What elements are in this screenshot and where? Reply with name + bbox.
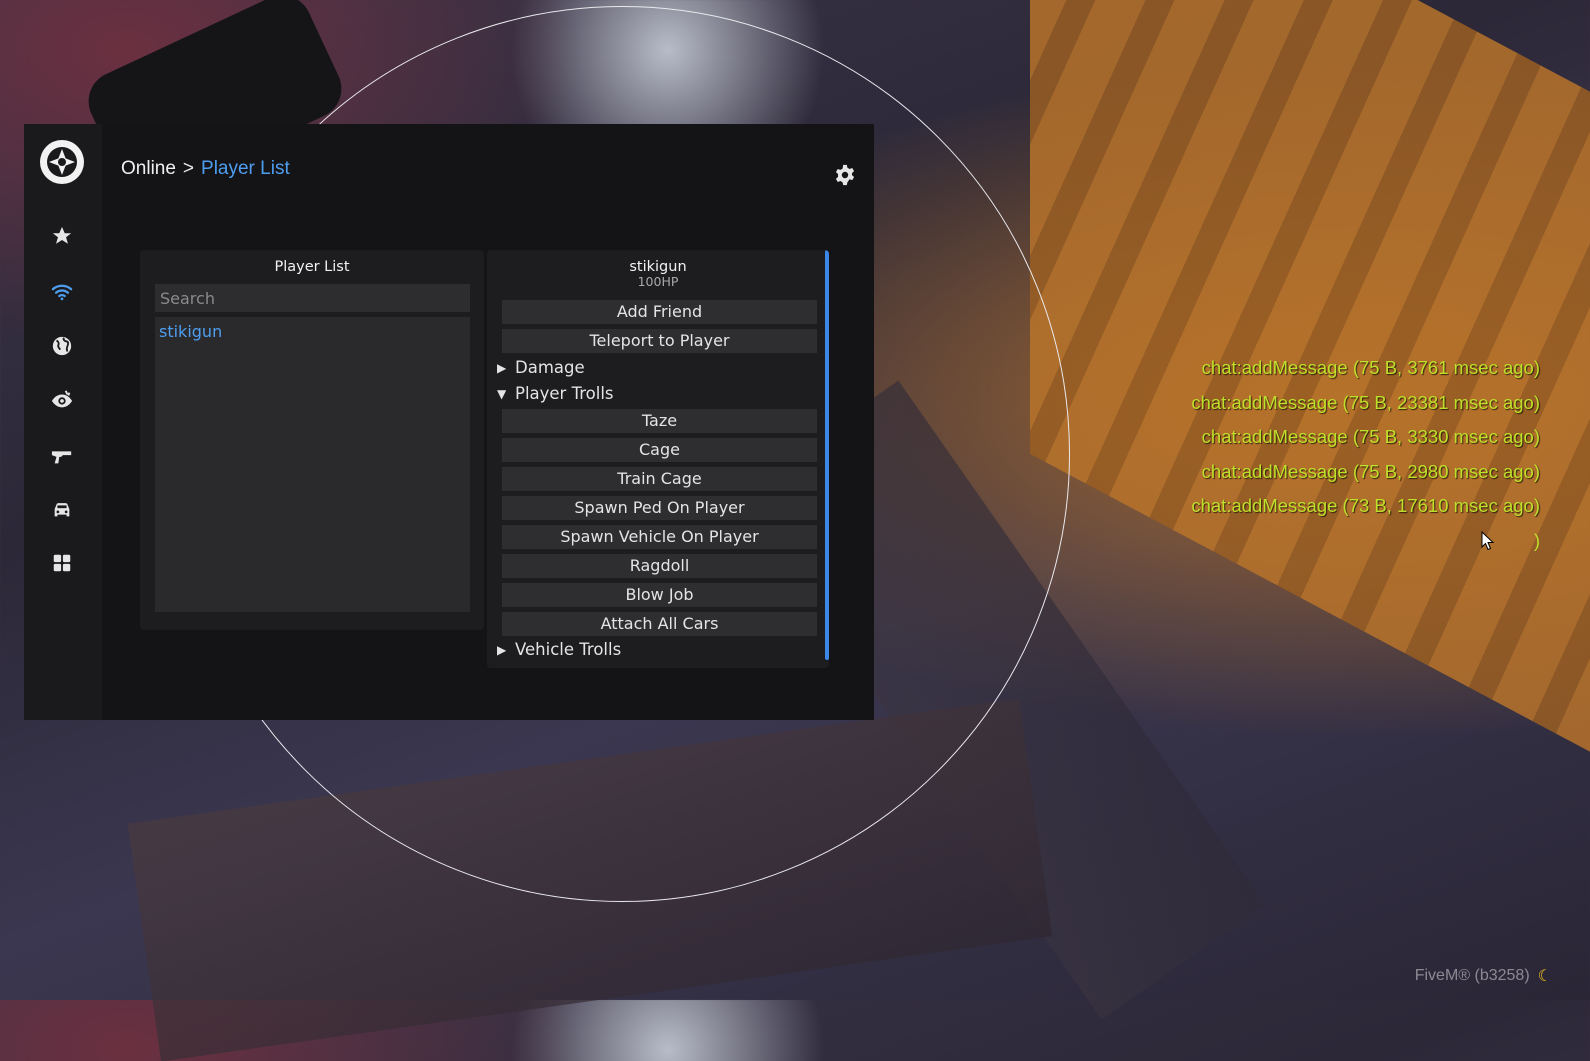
add-friend-button[interactable]: Add Friend — [502, 300, 817, 324]
breadcrumb: Online > Player List — [121, 158, 290, 180]
chat-log: chat:addMessage (75 B, 3761 msec ago) ch… — [1191, 358, 1540, 552]
ragdoll-button[interactable]: Ragdoll — [502, 554, 817, 578]
chat-line: chat:addMessage (73 B, 17610 msec ago) — [1191, 495, 1540, 516]
sidebar — [24, 124, 102, 720]
footer-text: FiveM® (b3258) — [1414, 967, 1530, 984]
spawn-ped-button[interactable]: Spawn Ped On Player — [502, 496, 817, 520]
section-player-trolls[interactable]: ▼ Player Trolls — [497, 384, 614, 403]
train-cage-button[interactable]: Train Cage — [502, 467, 817, 491]
player-list-panel: Player List stikigun — [140, 250, 484, 630]
chat-line: chat:addMessage (75 B, 3761 msec ago) — [1201, 357, 1540, 378]
mouse-cursor-icon — [1481, 531, 1495, 551]
grid-icon[interactable] — [48, 549, 76, 577]
chat-line: chat:addMessage (75 B, 3330 msec ago) — [1201, 426, 1540, 447]
taze-button[interactable]: Taze — [502, 409, 817, 433]
section-label: Player Trolls — [515, 384, 614, 403]
car-icon[interactable] — [48, 496, 76, 524]
player-name: stikigun — [629, 259, 687, 275]
player-list-item[interactable]: stikigun — [155, 317, 470, 346]
chat-line: chat:addMessage (75 B, 23381 msec ago) — [1191, 391, 1540, 413]
footer-watermark: FiveM® (b3258) ☾ — [1415, 966, 1552, 986]
breadcrumb-parent[interactable]: Online — [121, 158, 176, 179]
blow-job-button[interactable]: Blow Job — [502, 583, 817, 607]
player-detail-panel: stikigun 100HP Add Friend Teleport to Pl… — [487, 250, 829, 668]
wifi-icon[interactable] — [48, 278, 76, 306]
chat-line: chat:addMessage (75 B, 2980 msec ago) — [1201, 460, 1540, 482]
star-icon[interactable] — [48, 222, 76, 250]
moon-icon: ☾ — [1537, 968, 1552, 985]
search-input[interactable] — [155, 284, 470, 312]
breadcrumb-current: Player List — [201, 158, 290, 179]
player-list: stikigun — [155, 317, 470, 612]
cage-button[interactable]: Cage — [502, 438, 817, 462]
teleport-button[interactable]: Teleport to Player — [502, 329, 817, 353]
section-vehicle-trolls[interactable]: ▶ Vehicle Trolls — [497, 640, 621, 659]
gun-icon[interactable] — [48, 442, 76, 470]
expanded-arrow-icon: ▼ — [497, 386, 507, 401]
app-logo — [40, 140, 84, 184]
globe-icon[interactable] — [48, 332, 76, 360]
section-damage[interactable]: ▶ Damage — [497, 358, 585, 377]
collapsed-arrow-icon: ▶ — [497, 642, 507, 657]
collapsed-arrow-icon: ▶ — [497, 360, 507, 375]
mod-menu-window: Online > Player List Player List stikigun … — [24, 124, 874, 720]
section-label: Damage — [515, 358, 585, 377]
spawn-vehicle-button[interactable]: Spawn Vehicle On Player — [502, 525, 817, 549]
player-list-title: Player List — [274, 259, 350, 275]
player-health: 100HP — [637, 274, 679, 289]
breadcrumb-separator: > — [182, 158, 195, 179]
gear-icon[interactable] — [834, 164, 856, 186]
eye-icon[interactable] — [48, 386, 76, 414]
section-label: Vehicle Trolls — [515, 640, 622, 659]
scrollbar[interactable] — [825, 250, 829, 660]
attach-all-cars-button[interactable]: Attach All Cars — [502, 612, 817, 636]
